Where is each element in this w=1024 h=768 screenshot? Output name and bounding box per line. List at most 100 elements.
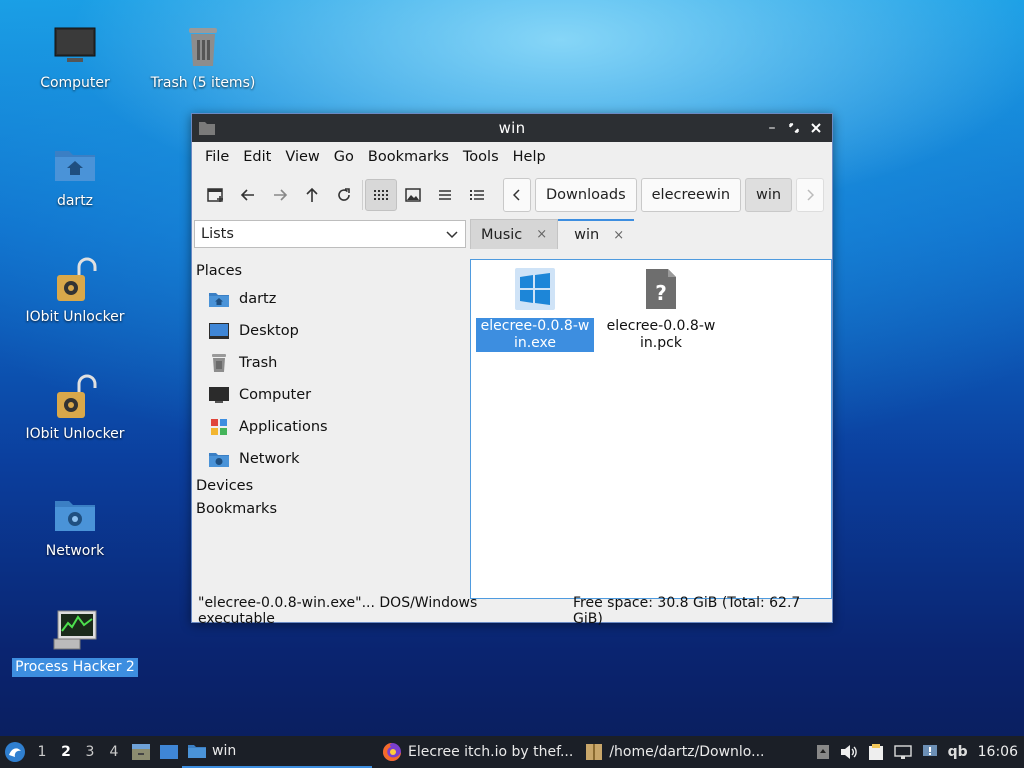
sidebar-item-dartz[interactable]: dartz	[194, 283, 464, 315]
up-button[interactable]	[296, 179, 328, 211]
desktop-icon-network[interactable]: Network	[10, 490, 140, 561]
breadcrumb: Downloads elecreewin win	[503, 178, 825, 212]
breadcrumb-scroll-right[interactable]	[796, 178, 825, 212]
sidebar-item-applications[interactable]: Applications	[194, 411, 464, 443]
places-header[interactable]: Places	[194, 260, 464, 283]
quicklaunch-file-manager[interactable]	[128, 739, 154, 765]
desktop-icon-iobit-unlocker-2[interactable]: IObit Unlocker	[10, 373, 140, 444]
close-icon[interactable]	[808, 120, 824, 136]
breadcrumb-downloads[interactable]: Downloads	[535, 178, 637, 212]
desktop-icon-computer[interactable]: Computer	[10, 22, 140, 93]
arrow-left-icon	[240, 189, 254, 201]
status-selection: "elecree-0.0.8-win.exe"... DOS/Windows e…	[198, 595, 478, 627]
thumbnail-view-button[interactable]	[397, 179, 429, 211]
sidebar-item-computer[interactable]: Computer	[194, 379, 464, 411]
chevron-right-icon	[807, 189, 815, 201]
file-item-exe[interactable]: elecree-0.0.8-win.exe	[476, 268, 594, 352]
task-win[interactable]: win	[182, 736, 372, 768]
workspace-4[interactable]: 4	[102, 744, 126, 760]
tab-close-icon[interactable]: ×	[536, 227, 547, 242]
file-item-pck[interactable]: ? elecree-0.0.8-win.pck	[602, 268, 720, 352]
menu-edit[interactable]: Edit	[236, 149, 278, 165]
firefox-icon	[383, 743, 401, 761]
workspace-1[interactable]: 1	[30, 744, 54, 760]
sidebar-item-desktop[interactable]: Desktop	[194, 315, 464, 347]
breadcrumb-elecreewin[interactable]: elecreewin	[640, 178, 742, 212]
quicklaunch-show-desktop[interactable]	[156, 739, 182, 765]
desktop-icon-process-hacker-2[interactable]: Process Hacker 2	[10, 606, 140, 677]
sidebar-item-trash[interactable]: Trash	[194, 347, 464, 379]
system-tray: qb 16:06	[816, 743, 1024, 761]
clipboard-icon[interactable]	[868, 743, 884, 761]
svg-text:?: ?	[655, 281, 667, 305]
volume-icon[interactable]	[840, 744, 858, 760]
titlebar[interactable]: win –	[192, 114, 832, 142]
back-button[interactable]	[232, 179, 264, 211]
home-folder-icon	[51, 140, 99, 188]
file-name: elecree-0.0.8-win.exe	[476, 318, 594, 352]
archive-icon	[586, 744, 603, 760]
new-tab-button[interactable]	[200, 179, 232, 211]
breadcrumb-win[interactable]: win	[745, 178, 793, 212]
menu-view[interactable]: View	[278, 149, 326, 165]
arrow-right-icon	[274, 189, 288, 201]
side-pane-mode-select[interactable]: Lists	[194, 220, 466, 248]
computer-icon	[208, 385, 230, 405]
trash-icon	[208, 353, 230, 373]
detailed-view-button[interactable]	[461, 179, 493, 211]
start-menu-button[interactable]	[0, 736, 30, 768]
workspace-2[interactable]: 2	[54, 744, 78, 760]
menu-go[interactable]: Go	[327, 149, 361, 165]
tab-label: Music	[481, 226, 523, 243]
network-status-icon[interactable]	[893, 744, 912, 760]
arrow-up-icon	[306, 187, 318, 202]
menu-bookmarks[interactable]: Bookmarks	[361, 149, 456, 165]
icon-view-button[interactable]	[365, 179, 397, 211]
forward-button[interactable]	[264, 179, 296, 211]
tab-close-icon[interactable]: ×	[613, 228, 624, 243]
devices-header[interactable]: Devices	[194, 475, 464, 498]
file-manager-window: win – File Edit View Go Bookmarks Tools …	[191, 113, 833, 627]
file-cabinet-icon	[132, 744, 150, 760]
minimize-icon[interactable]: –	[764, 120, 780, 136]
sidebar-item-label: Applications	[239, 419, 328, 435]
sidebar-item-network[interactable]: Network	[194, 443, 464, 475]
menu-help[interactable]: Help	[506, 149, 553, 165]
menu-file[interactable]: File	[198, 149, 236, 165]
notification-icon[interactable]	[922, 744, 938, 760]
qbittorrent-icon[interactable]: qb	[948, 744, 968, 760]
file-view[interactable]: elecree-0.0.8-win.exe ? elecree-0.0.8-wi…	[470, 259, 832, 599]
unlocker-icon	[51, 256, 99, 304]
desktop-icon-trash[interactable]: Trash (5 items)	[138, 22, 268, 93]
tray-scroll-icon[interactable]	[816, 744, 830, 760]
toolbar: Downloads elecreewin win	[192, 172, 832, 218]
status-free-space: Free space: 30.8 GiB (Total: 62.7 GiB)	[573, 595, 801, 627]
task-archive[interactable]: /home/dartz/Downlo...	[579, 736, 770, 768]
workspace-3[interactable]: 3	[78, 744, 102, 760]
menu-tools[interactable]: Tools	[456, 149, 506, 165]
task-firefox[interactable]: Elecree itch.io by thef...	[376, 736, 579, 768]
chevron-left-icon	[513, 189, 520, 201]
desktop-icon-label: Trash (5 items)	[150, 75, 256, 91]
unlocker-icon	[51, 373, 99, 421]
breadcrumb-scroll-left[interactable]	[503, 178, 531, 212]
lxqt-logo-icon	[5, 742, 25, 762]
file-name: elecree-0.0.8-win.pck	[606, 318, 716, 351]
maximize-icon[interactable]	[786, 120, 802, 136]
reload-button[interactable]	[328, 179, 360, 211]
clock[interactable]: 16:06	[978, 744, 1018, 760]
process-hacker-icon	[51, 606, 99, 654]
home-folder-icon	[208, 289, 230, 309]
compact-view-button[interactable]	[429, 179, 461, 211]
sidebar-item-label: Network	[239, 451, 300, 467]
tab-music[interactable]: Music ×	[470, 219, 559, 249]
desktop-icon	[160, 745, 178, 759]
sidebar-item-label: Trash	[239, 355, 278, 371]
task-label: /home/dartz/Downlo...	[609, 744, 765, 760]
desktop-icon	[208, 321, 230, 341]
tab-win[interactable]: win ×	[558, 219, 635, 249]
bookmarks-header[interactable]: Bookmarks	[194, 498, 464, 521]
desktop-icon-dartz[interactable]: dartz	[10, 140, 140, 211]
windows-exe-icon	[515, 268, 555, 310]
desktop-icon-iobit-unlocker-1[interactable]: IObit Unlocker	[10, 256, 140, 327]
